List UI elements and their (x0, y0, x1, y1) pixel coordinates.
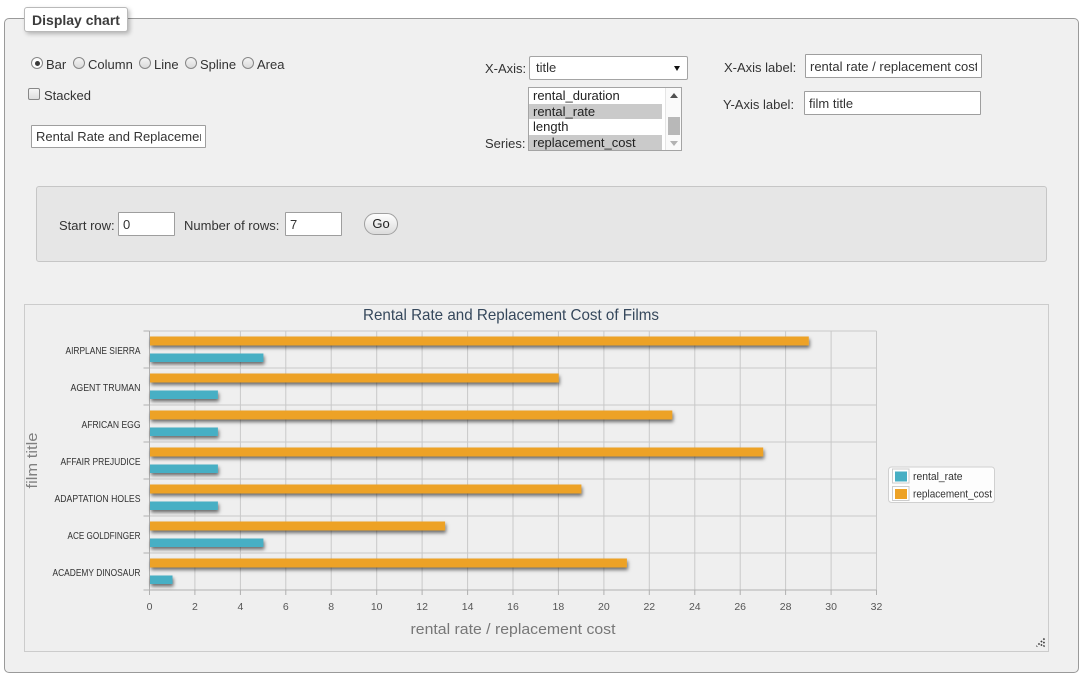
svg-text:12: 12 (416, 601, 428, 613)
svg-text:AFFAIR PREJUDICE: AFFAIR PREJUDICE (61, 457, 141, 468)
svg-text:2: 2 (192, 601, 198, 613)
svg-text:10: 10 (371, 601, 383, 613)
svg-text:30: 30 (825, 601, 837, 613)
svg-text:rental_rate: rental_rate (913, 471, 963, 483)
svg-text:Rental Rate and Replacement Co: Rental Rate and Replacement Cost of Film… (363, 307, 659, 324)
svg-text:14: 14 (462, 601, 474, 613)
svg-text:26: 26 (734, 601, 746, 613)
svg-text:film title: film title (25, 433, 41, 489)
svg-text:28: 28 (780, 601, 792, 613)
svg-text:32: 32 (871, 601, 883, 613)
svg-text:rental rate / replacement cost: rental rate / replacement cost (411, 622, 616, 638)
svg-text:22: 22 (643, 601, 655, 613)
svg-text:18: 18 (553, 601, 565, 613)
svg-text:ACADEMY DINOSAUR: ACADEMY DINOSAUR (53, 568, 141, 579)
svg-text:ACE GOLDFINGER: ACE GOLDFINGER (68, 531, 141, 542)
svg-text:24: 24 (689, 601, 701, 613)
svg-text:16: 16 (507, 601, 519, 613)
svg-text:4: 4 (237, 601, 243, 613)
svg-text:0: 0 (147, 601, 153, 613)
svg-text:replacement_cost: replacement_cost (913, 488, 992, 500)
svg-text:AIRPLANE SIERRA: AIRPLANE SIERRA (66, 346, 141, 357)
svg-text:20: 20 (598, 601, 610, 613)
svg-text:ADAPTATION HOLES: ADAPTATION HOLES (55, 494, 141, 505)
svg-text:AFRICAN EGG: AFRICAN EGG (82, 420, 141, 431)
svg-text:AGENT TRUMAN: AGENT TRUMAN (71, 383, 141, 394)
svg-text:8: 8 (328, 601, 334, 613)
svg-text:6: 6 (283, 601, 289, 613)
